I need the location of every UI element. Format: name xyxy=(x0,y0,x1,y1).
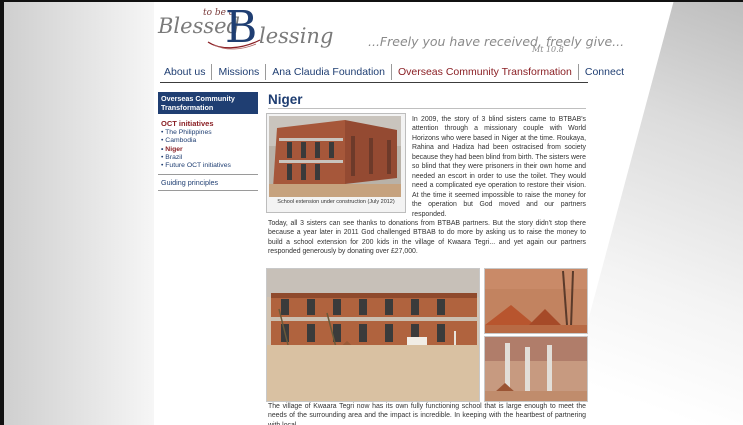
construction-site-photo-top[interactable] xyxy=(484,268,588,334)
sidebar-list: The Philippines Cambodia Niger Brazil Fu… xyxy=(158,129,258,170)
figure-caption: School extension under construction (Jul… xyxy=(277,199,395,205)
sidebar-item-philippines[interactable]: The Philippines xyxy=(161,129,258,137)
nav-divider xyxy=(160,82,588,83)
sidebar-divider-bottom xyxy=(158,190,258,192)
open-hand-icon xyxy=(207,39,261,50)
sidebar-divider xyxy=(158,174,258,176)
story-paragraph: Today, all 3 sisters can see thanks to d… xyxy=(268,220,586,256)
nav-about-us[interactable]: About us xyxy=(160,64,211,80)
nav-overseas-community-transformation[interactable]: Overseas Community Transformation xyxy=(390,64,578,80)
window-frame-top xyxy=(0,0,743,2)
sidebar-item-brazil[interactable]: Brazil xyxy=(161,154,258,162)
nav-ana-claudia-foundation[interactable]: Ana Claudia Foundation xyxy=(265,64,391,80)
sidebar-heading[interactable]: Overseas Community Transformation xyxy=(158,92,258,114)
nav-missions[interactable]: Missions xyxy=(211,64,265,80)
window-frame-left xyxy=(0,0,4,425)
sidebar-subheading[interactable]: OCT initiatives xyxy=(158,119,258,128)
impact-paragraph: The village of Kwaara Tegri now has its … xyxy=(268,403,586,425)
page-title: Niger xyxy=(268,92,303,107)
sidebar-item-cambodia[interactable]: Cambodia xyxy=(161,137,258,145)
school-construction-figure: School extension under construction (Jul… xyxy=(266,113,406,213)
sidebar-item-niger[interactable]: Niger xyxy=(161,146,258,154)
nav-connect[interactable]: Connect xyxy=(577,64,630,80)
main-nav: About us Missions Ana Claudia Foundation… xyxy=(160,62,630,82)
sidebar-item-guiding-principles[interactable]: Guiding principles xyxy=(158,178,258,187)
construction-site-photo-bottom[interactable] xyxy=(484,336,588,402)
site-logo[interactable]: Blessed to be a B lessing xyxy=(158,6,358,56)
sidebar-item-future-initiatives[interactable]: Future OCT initiatives xyxy=(161,162,258,170)
intro-paragraph: In 2009, the story of 3 blind sisters ca… xyxy=(412,116,586,218)
sidebar: Overseas Community Transformation OCT in… xyxy=(158,92,258,192)
logo-word-lessing: lessing xyxy=(259,24,334,48)
school-construction-photo[interactable] xyxy=(269,116,401,197)
school-extension-photo-large[interactable] xyxy=(266,268,480,402)
title-divider xyxy=(268,108,586,109)
page: Blessed to be a B lessing ...Freely you … xyxy=(0,0,743,425)
tagline: ...Freely you have received, freely give… xyxy=(368,34,625,49)
left-gradient-background xyxy=(4,0,154,425)
tagline-reference: Mt 10.8 xyxy=(532,45,564,54)
